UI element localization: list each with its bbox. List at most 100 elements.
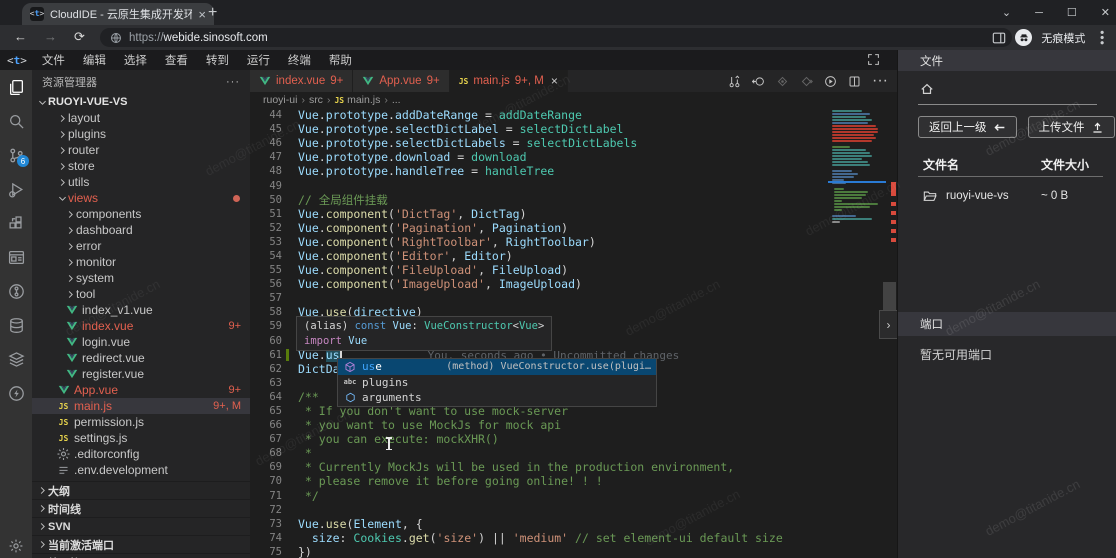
- run-code-icon[interactable]: [824, 75, 837, 88]
- tree-item-index.vue[interactable]: index.vue9+: [32, 318, 250, 334]
- breadcrumb[interactable]: ruoyi-ui›src›JSmain.js›...: [250, 92, 897, 108]
- tree-item-utils[interactable]: utils: [32, 174, 250, 190]
- section-编码协同[interactable]: 编码协同: [32, 553, 250, 558]
- activity-source-control-icon[interactable]: 6: [0, 138, 32, 172]
- browser-reload-button[interactable]: ⟳: [74, 29, 85, 45]
- section-大纲[interactable]: 大纲: [32, 481, 250, 499]
- tree-item-components[interactable]: components: [32, 206, 250, 222]
- tree-item-index_v1.vue[interactable]: index_v1.vue: [32, 302, 250, 318]
- activity-database-icon[interactable]: [0, 308, 32, 342]
- tree-item-.env.development[interactable]: .env.development: [32, 462, 250, 478]
- editor-tab-App.vue[interactable]: App.vue9+: [353, 70, 449, 92]
- home-icon[interactable]: [920, 82, 934, 96]
- menu-转到[interactable]: 转到: [197, 55, 238, 67]
- tree-item-permission.js[interactable]: JSpermission.js: [32, 414, 250, 430]
- tree-item-redirect.vue[interactable]: redirect.vue: [32, 350, 250, 366]
- breadcrumb-...[interactable]: ...: [392, 94, 401, 106]
- tree-item-router[interactable]: router: [32, 142, 250, 158]
- section-当前激活端口[interactable]: 当前激活端口: [32, 535, 250, 553]
- line-number: 74: [250, 532, 282, 544]
- menu-终端[interactable]: 终端: [279, 55, 320, 67]
- browser-tab-title: CloudIDE - 云原生集成开发环境: [50, 6, 192, 22]
- tree-item-.editorconfig[interactable]: .editorconfig: [32, 446, 250, 462]
- activity-layers-icon[interactable]: [0, 342, 32, 376]
- section-时间线[interactable]: 时间线: [32, 499, 250, 517]
- activity-power-icon[interactable]: [0, 376, 32, 410]
- back-up-level-button[interactable]: 返回上一级: [918, 116, 1017, 138]
- tree-item-settings.js[interactable]: JSsettings.js: [32, 430, 250, 446]
- tree-item-plugins[interactable]: plugins: [32, 126, 250, 142]
- navigate-back-icon[interactable]: [752, 75, 765, 88]
- open-changes-icon[interactable]: [728, 75, 741, 88]
- editor-tab-main.js[interactable]: JSmain.js9+, M×: [450, 70, 568, 92]
- menu-运行[interactable]: 运行: [238, 55, 279, 67]
- tree-item-login.vue[interactable]: login.vue: [32, 334, 250, 350]
- menu-编辑[interactable]: 编辑: [74, 55, 115, 67]
- more-actions-icon[interactable]: ···: [872, 72, 888, 90]
- panel-expand-button[interactable]: ›: [879, 310, 897, 339]
- tree-item-App.vue[interactable]: App.vue9+: [32, 382, 250, 398]
- tree-item-dashboard[interactable]: dashboard: [32, 222, 250, 238]
- activity-files-icon[interactable]: [0, 70, 32, 104]
- browser-back-button[interactable]: ←: [14, 29, 27, 44]
- tree-root[interactable]: RUOYI-VUE-VS: [32, 94, 250, 110]
- tree-item-monitor[interactable]: monitor: [32, 254, 250, 270]
- chevron-right-icon: [64, 241, 76, 252]
- settings-gear-icon[interactable]: [0, 538, 32, 554]
- activity-git-graph-icon[interactable]: [0, 274, 32, 308]
- ide-logo: <t>: [7, 54, 27, 67]
- tree-item-register.vue[interactable]: register.vue: [32, 366, 250, 382]
- tree-item-views[interactable]: views: [32, 190, 250, 206]
- tree-item-main.js[interactable]: JSmain.js9+, M: [32, 398, 250, 414]
- breadcrumb-src[interactable]: src: [309, 94, 323, 106]
- minimap[interactable]: [832, 110, 880, 224]
- browser-menu-icon[interactable]: •••: [1095, 30, 1109, 46]
- file-row[interactable]: ruoyi-vue-vs ~ 0 B: [923, 186, 1103, 206]
- window-minimize-button[interactable]: ─: [1035, 7, 1043, 19]
- browser-tab[interactable]: <t> CloudIDE - 云原生集成开发环境 ×: [22, 3, 214, 25]
- tab-close-icon[interactable]: ×: [198, 8, 206, 21]
- new-tab-button[interactable]: +: [208, 4, 217, 22]
- fullscreen-icon[interactable]: [867, 53, 880, 66]
- activity-run-debug-icon[interactable]: [0, 172, 32, 206]
- explorer-more-icon[interactable]: ···: [226, 76, 240, 88]
- suggest-item-plugins[interactable]: abcplugins: [338, 375, 656, 391]
- suggest-item-use[interactable]: use(method) VueConstructor.use(plugi…: [338, 359, 656, 375]
- upload-file-button[interactable]: 上传文件: [1028, 116, 1115, 138]
- menu-帮助[interactable]: 帮助: [320, 55, 361, 67]
- split-editor-icon[interactable]: [848, 75, 861, 88]
- menu-文件[interactable]: 文件: [33, 55, 74, 67]
- activity-extensions-icon[interactable]: [0, 206, 32, 240]
- activity-preview-window-icon[interactable]: [0, 240, 32, 274]
- suggest-item-arguments[interactable]: arguments: [338, 390, 656, 406]
- breadcrumb-ruoyi-ui[interactable]: ruoyi-ui: [263, 94, 297, 106]
- tree-item-system[interactable]: system: [32, 270, 250, 286]
- tree-item-layout[interactable]: layout: [32, 110, 250, 126]
- window-menu-chevron-icon[interactable]: ⌄: [1002, 6, 1011, 19]
- tree-item-tool[interactable]: tool: [32, 286, 250, 302]
- browser-forward-button[interactable]: →: [44, 29, 57, 44]
- breadcrumb-main.js[interactable]: JSmain.js: [334, 94, 380, 106]
- tree-item-label: dashboard: [76, 223, 133, 237]
- window-close-button[interactable]: ✕: [1101, 6, 1110, 19]
- line-number: 60: [250, 335, 282, 347]
- code-line-47: 47Vue.prototype.download = download: [250, 150, 897, 164]
- tree-item-store[interactable]: store: [32, 158, 250, 174]
- window-maximize-button[interactable]: ☐: [1067, 6, 1077, 19]
- tab-close-icon[interactable]: ×: [551, 74, 558, 88]
- next-change-icon[interactable]: [800, 75, 813, 88]
- ide-menubar: <t> 文件编辑选择查看转到运行终端帮助: [0, 50, 904, 70]
- modified-dot: [233, 195, 240, 202]
- menu-查看[interactable]: 查看: [156, 55, 197, 67]
- prev-change-icon[interactable]: [776, 75, 789, 88]
- address-bar[interactable]: https://webide.sinosoft.com: [100, 28, 1012, 47]
- section-SVN[interactable]: SVN: [32, 517, 250, 535]
- site-info-globe-icon[interactable]: [110, 32, 122, 44]
- side-panel-icon[interactable]: [992, 31, 1006, 45]
- activity-search-icon[interactable]: [0, 104, 32, 138]
- code-line-44: 44Vue.prototype.addDateRange = addDateRa…: [250, 108, 897, 122]
- tree-item-error[interactable]: error: [32, 238, 250, 254]
- line-number: 59: [250, 320, 282, 332]
- editor-tab-index.vue[interactable]: index.vue9+: [250, 70, 353, 92]
- menu-选择[interactable]: 选择: [115, 55, 156, 67]
